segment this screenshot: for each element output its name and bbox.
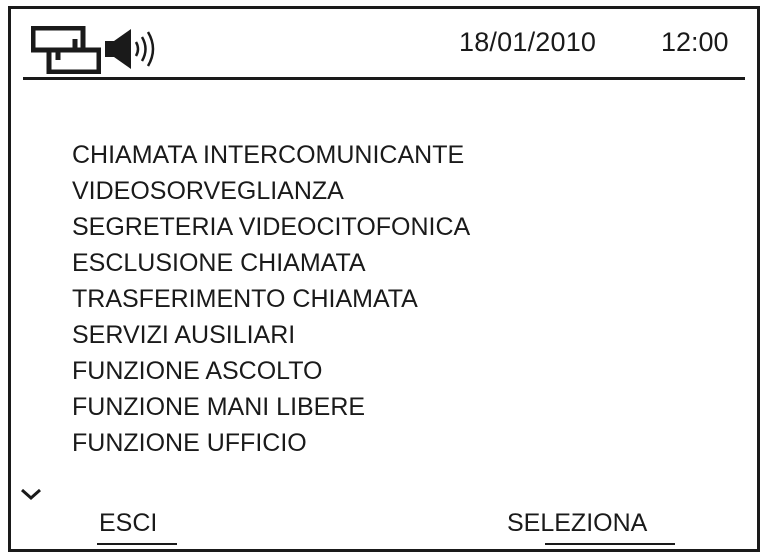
menu-item-hands-free[interactable]: FUNZIONE MANI LIBERE [72,389,470,425]
main-menu: CHIAMATA INTERCOMUNICANTE VIDEOSORVEGLIA… [72,137,470,461]
status-time: 12:00 [661,27,729,57]
exit-softkey-underline [97,543,177,545]
status-bar: 18/01/2010 12:00 [11,9,757,79]
network-icon [31,26,101,74]
status-divider [23,77,745,80]
display-screen: 18/01/2010 12:00 CHIAMATA INTERCOMUNICAN… [8,6,760,552]
menu-item-auxiliary-services[interactable]: SERVIZI AUSILIARI [72,317,470,353]
select-softkey-label: SELEZIONA [507,509,648,537]
menu-item-intercom-call[interactable]: CHIAMATA INTERCOMUNICANTE [72,137,470,173]
chevron-down-icon[interactable] [19,484,43,504]
menu-item-office-function[interactable]: FUNZIONE UFFICIO [72,425,470,461]
menu-item-call-transfer[interactable]: TRASFERIMENTO CHIAMATA [72,281,470,317]
exit-softkey-label: ESCI [99,509,158,537]
exit-softkey[interactable]: ESCI [97,509,177,545]
select-softkey-underline [545,543,675,545]
speaker-icon [105,29,155,69]
menu-item-call-exclusion[interactable]: ESCLUSIONE CHIAMATA [72,245,470,281]
menu-item-video-answering[interactable]: SEGRETERIA VIDEOCITOFONICA [72,209,470,245]
status-date: 18/01/2010 [459,27,597,57]
menu-item-video-surveillance[interactable]: VIDEOSORVEGLIANZA [72,173,470,209]
select-softkey[interactable]: SELEZIONA [507,509,675,545]
menu-item-listen-function[interactable]: FUNZIONE ASCOLTO [72,353,470,389]
